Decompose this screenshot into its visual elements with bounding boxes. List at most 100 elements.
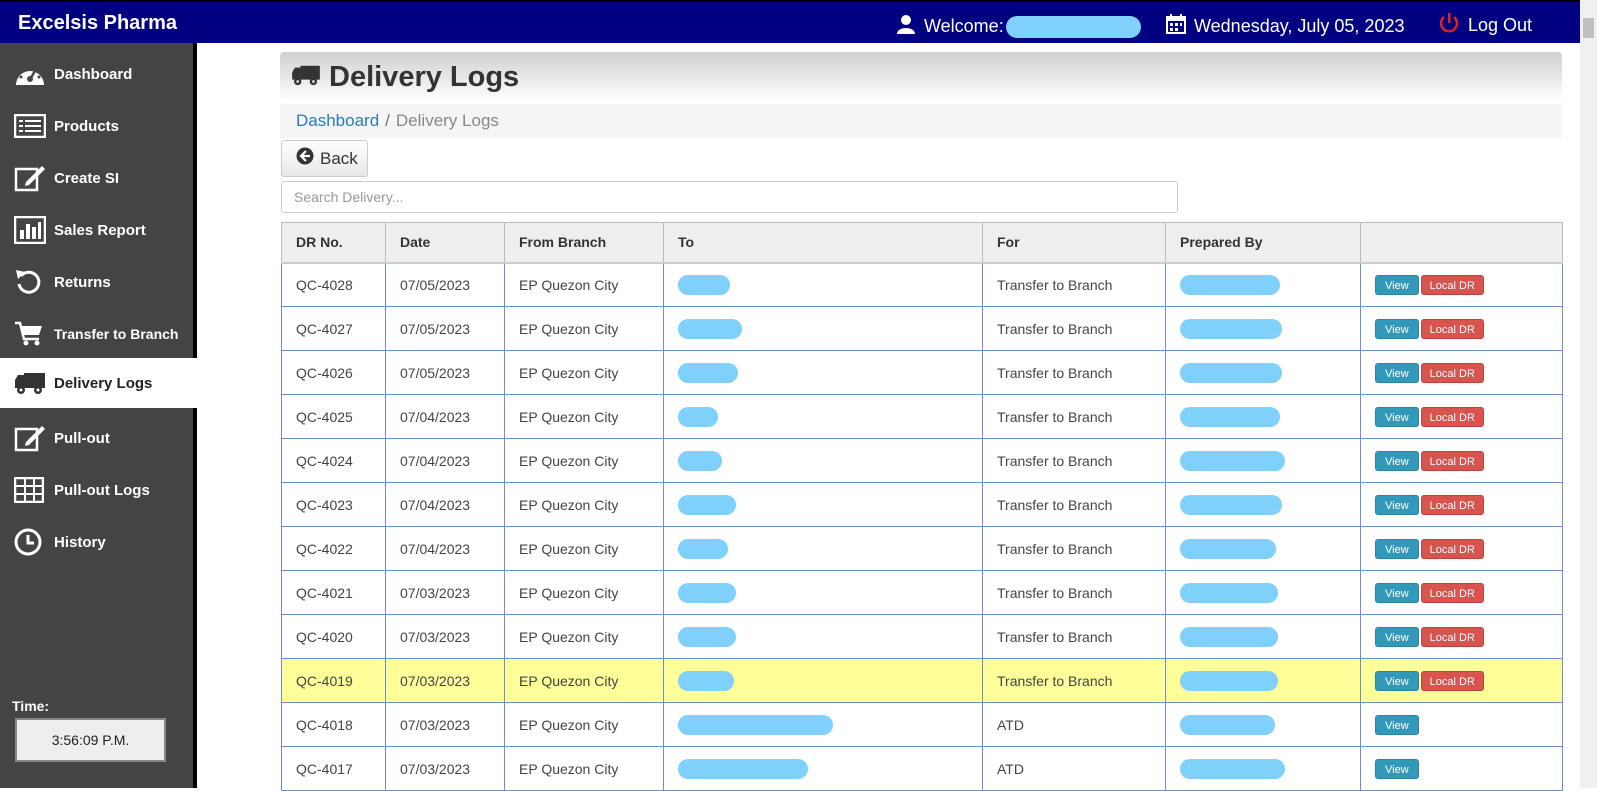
date-label: Wednesday, July 05, 2023 [1194,16,1405,36]
redacted-preparer [1180,758,1285,779]
power-icon [1438,12,1460,39]
prepared-by-cell [1165,658,1361,703]
actions-cell: View Local DR [1360,394,1563,439]
view-button[interactable]: View [1375,538,1419,559]
search-input[interactable] [281,181,1178,213]
sidebar-item-delivery-logs[interactable]: Delivery Logs [0,358,197,408]
for-cell: Transfer to Branch [982,394,1166,439]
redacted-recipient [678,538,728,559]
redacted-preparer [1180,450,1285,471]
prepared-by-cell [1165,482,1361,527]
prepared-by-cell [1165,746,1361,791]
top-bar: Excelsis Pharma Welcome: Wednesday, July… [0,0,1597,43]
redacted-recipient [678,494,736,515]
sidebar-item-pull-out[interactable]: Pull-out [0,413,197,463]
local-dr-button[interactable]: Local DR [1420,670,1484,691]
dr-number-cell: QC-4023 [281,482,386,527]
user-icon [896,14,916,39]
local-dr-button[interactable]: Local DR [1420,626,1484,647]
view-button[interactable]: View [1375,494,1419,515]
redacted-preparer [1180,582,1278,603]
dr-number-cell: QC-4017 [281,746,386,791]
table-row: QC-4025 07/04/2023 EP Quezon City Transfer … [281,394,1563,439]
redacted-recipient [678,670,734,691]
sidebar-item-transfer-to-branch[interactable]: Transfer to Branch [0,309,197,359]
view-button[interactable]: View [1375,362,1419,383]
redacted-recipient [678,626,736,647]
sidebar-item-pull-out-logs[interactable]: Pull-out Logs [0,465,197,515]
clock-display: 3:56:09 P.M. [15,718,166,762]
dr-number-cell: QC-4028 [281,262,386,307]
dashboard-icon [14,61,50,87]
column-header: Prepared By [1165,222,1361,264]
view-button[interactable]: View [1375,274,1419,295]
sidebar-item-sales-report[interactable]: Sales Report [0,205,197,255]
redacted-recipient [678,406,718,427]
brand-name: Excelsis Pharma [18,12,177,34]
local-dr-button[interactable]: Local DR [1420,318,1484,339]
view-button[interactable]: View [1375,758,1419,779]
scrollbar-thumb[interactable] [1583,18,1594,38]
actions-cell: View [1360,746,1563,791]
date-cell: 07/03/2023 [385,746,505,791]
logout-button[interactable]: Log Out [1438,12,1532,39]
view-button[interactable]: View [1375,626,1419,647]
view-button[interactable]: View [1375,318,1419,339]
sidebar-item-label: History [54,533,106,551]
table-row: QC-4026 07/05/2023 EP Quezon City Transfer … [281,350,1563,395]
local-dr-button[interactable]: Local DR [1420,406,1484,427]
breadcrumb-dashboard-link[interactable]: Dashboard [296,111,379,131]
grid-icon [14,477,50,503]
edit-icon [14,164,50,192]
table-body: QC-4028 07/05/2023 EP Quezon City Transfer … [281,262,1563,791]
view-button[interactable]: View [1375,714,1419,735]
sidebar-item-create-si[interactable]: Create SI [0,153,197,203]
dr-number-cell: QC-4020 [281,614,386,659]
table-row: QC-4018 07/03/2023 EP Quezon City ATD View [281,702,1563,747]
dr-number-cell: QC-4027 [281,306,386,351]
to-cell [663,262,983,307]
table-row: QC-4020 07/03/2023 EP Quezon City Transfer … [281,614,1563,659]
sidebar-item-products[interactable]: Products [0,101,197,151]
local-dr-button[interactable]: Local DR [1420,494,1484,515]
sidebar-item-label: Create SI [54,169,120,187]
welcome-text: Welcome: [896,14,1141,39]
bar-chart-icon [14,216,50,244]
back-button[interactable]: Back [281,140,368,177]
view-button[interactable]: View [1375,582,1419,603]
view-button[interactable]: View [1375,450,1419,471]
view-button[interactable]: View [1375,670,1419,691]
from-branch-cell: EP Quezon City [504,438,664,483]
date-cell: 07/05/2023 [385,262,505,307]
sidebar-item-dashboard[interactable]: Dashboard [0,49,197,99]
welcome-label: Welcome: [924,16,1004,36]
redacted-preparer [1180,494,1282,515]
date-cell: 07/03/2023 [385,658,505,703]
calendar-icon [1166,14,1186,39]
local-dr-button[interactable]: Local DR [1420,538,1484,559]
from-branch-cell: EP Quezon City [504,702,664,747]
sidebar-item-label: Sales Report [54,221,146,239]
list-icon [14,114,50,138]
from-branch-cell: EP Quezon City [504,262,664,307]
to-cell [663,394,983,439]
local-dr-button[interactable]: Local DR [1420,450,1484,471]
breadcrumb: Dashboard / Delivery Logs [280,104,1562,138]
truck-icon [14,370,50,396]
truck-icon [291,63,321,92]
page-scrollbar[interactable] [1580,0,1597,788]
redacted-preparer [1180,626,1278,647]
local-dr-button[interactable]: Local DR [1420,582,1484,603]
from-branch-cell: EP Quezon City [504,350,664,395]
table-row: QC-4021 07/03/2023 EP Quezon City Transfer … [281,570,1563,615]
date-cell: 07/04/2023 [385,394,505,439]
local-dr-button[interactable]: Local DR [1420,274,1484,295]
sidebar-item-history[interactable]: History [0,517,197,567]
view-button[interactable]: View [1375,406,1419,427]
sidebar-item-returns[interactable]: Returns [0,257,197,307]
dr-number-cell: QC-4022 [281,526,386,571]
dr-number-cell: QC-4024 [281,438,386,483]
page-title: Delivery Logs [329,60,520,93]
table-row: QC-4019 07/03/2023 EP Quezon City Transfer … [281,658,1563,703]
local-dr-button[interactable]: Local DR [1420,362,1484,383]
